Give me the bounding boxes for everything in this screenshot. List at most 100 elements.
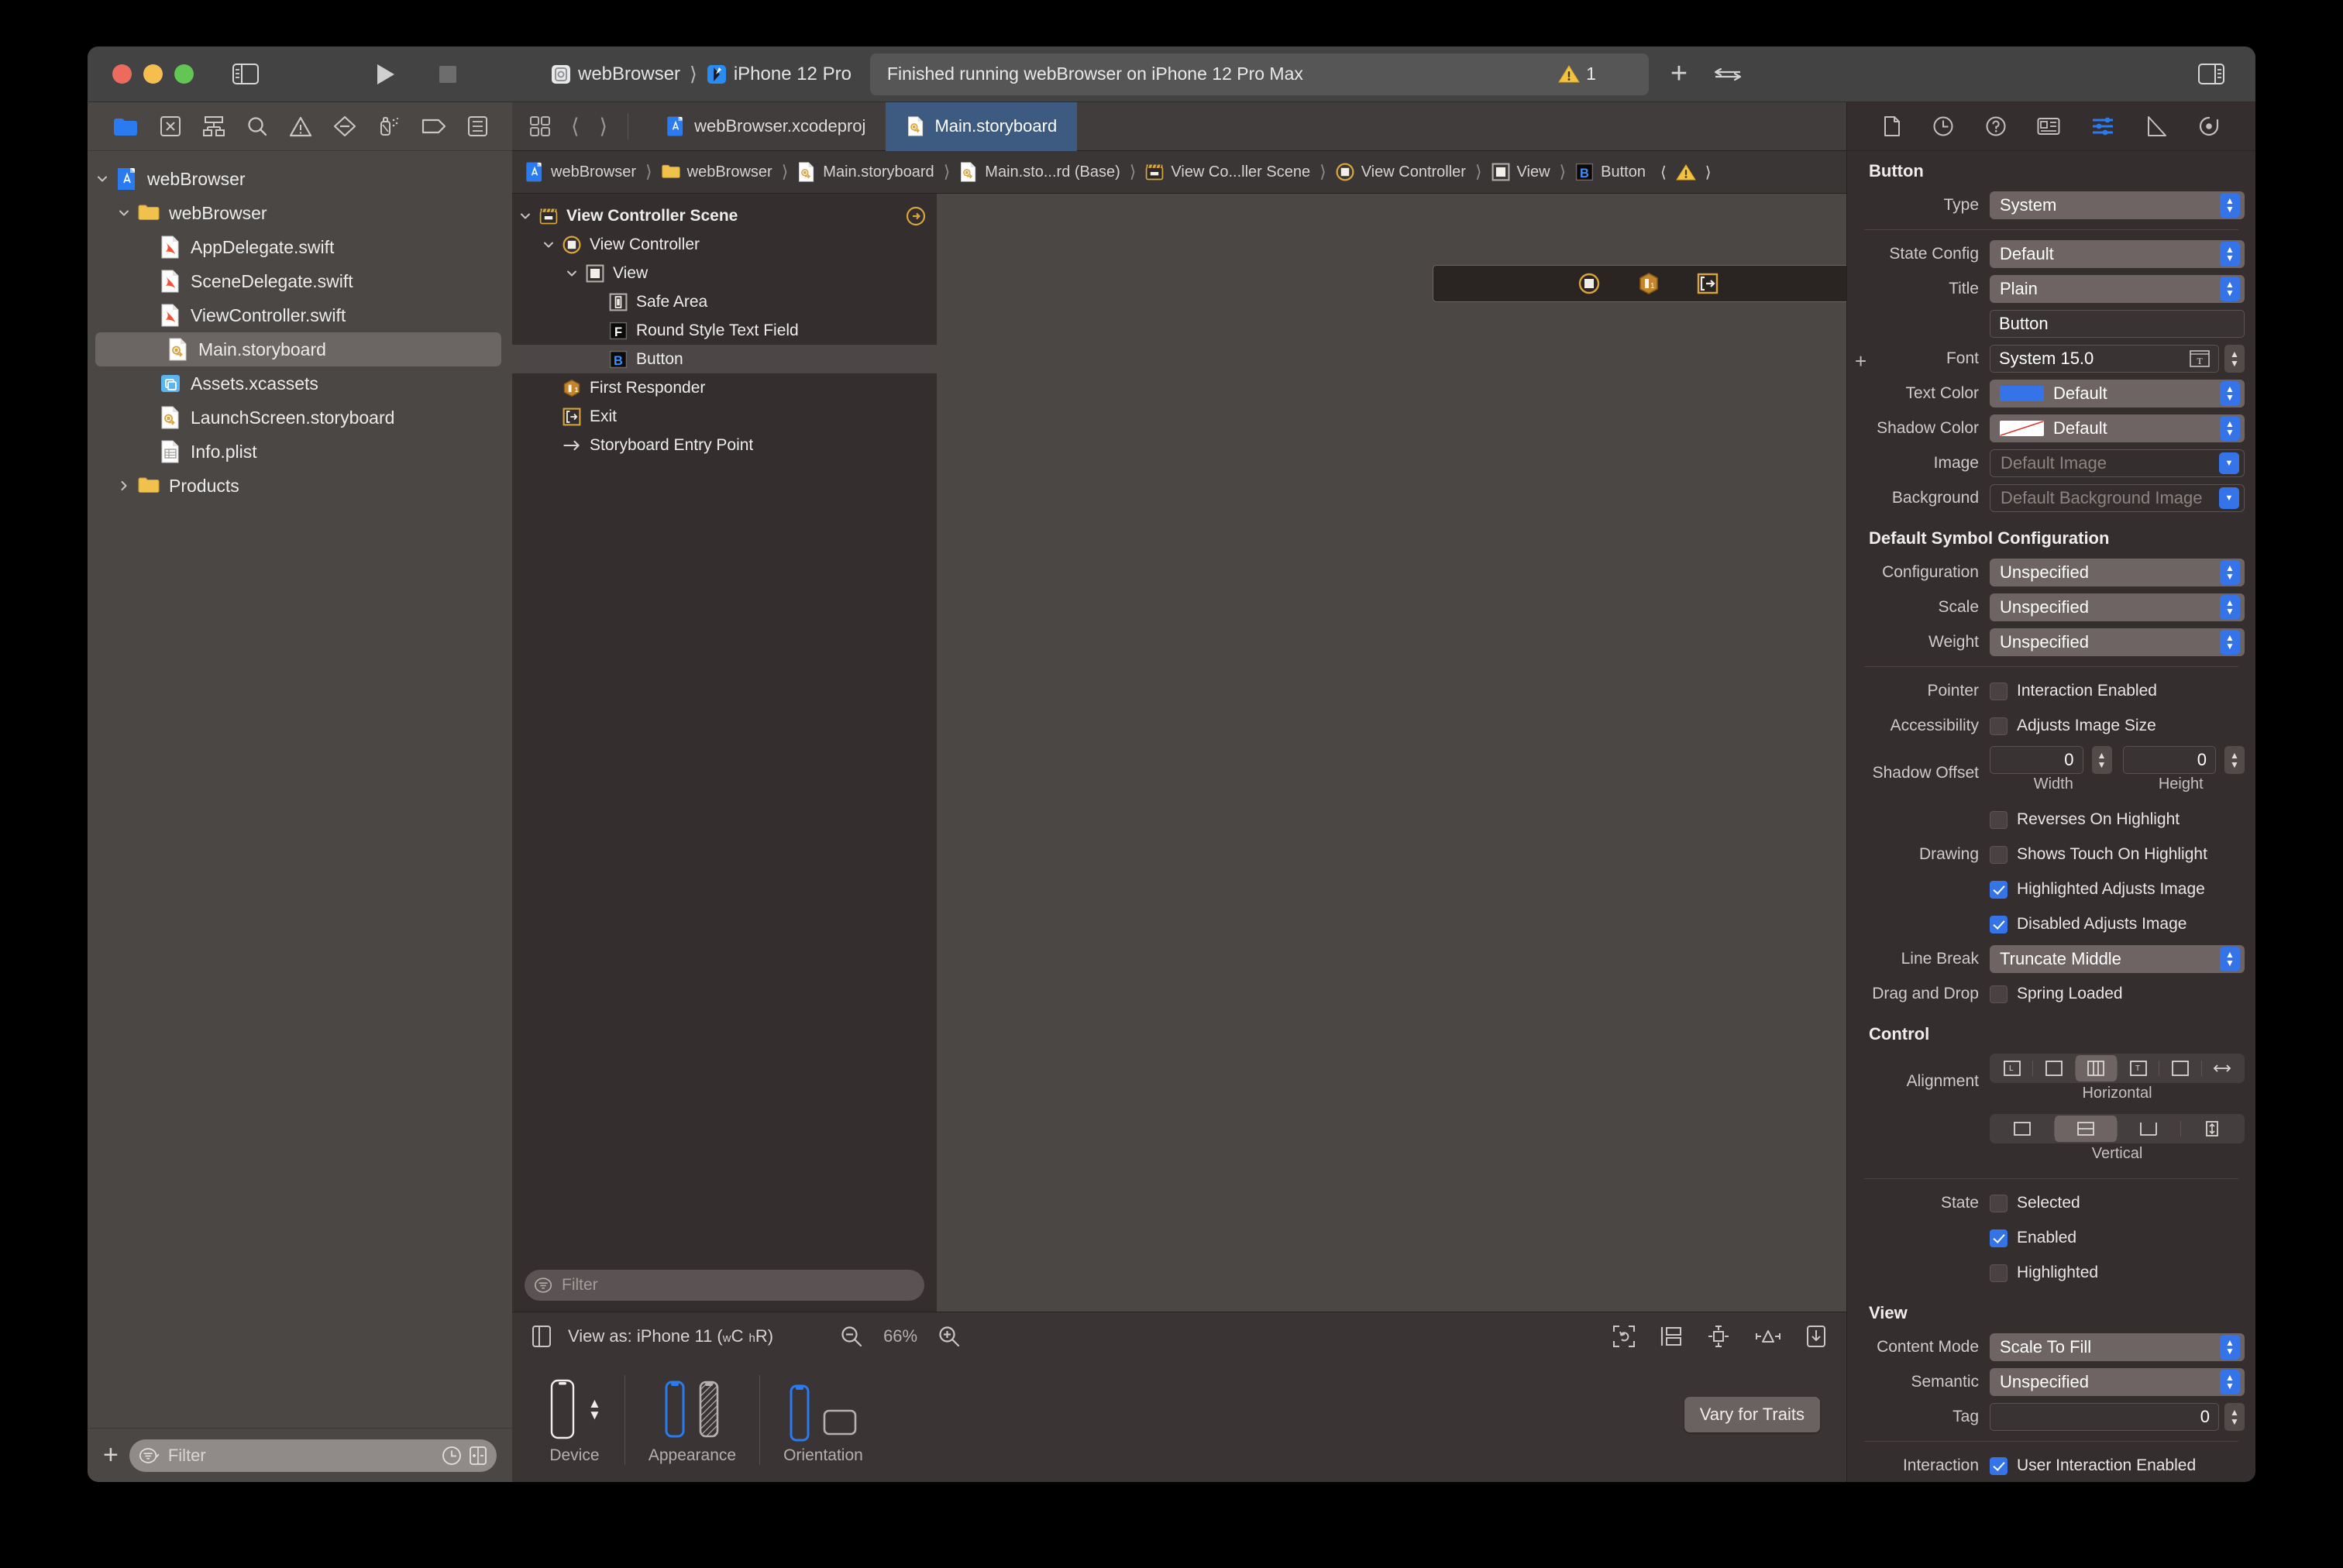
popup-chevrons[interactable]: ▲ ▼ (2220, 381, 2240, 406)
outline-item-view[interactable]: View (512, 259, 937, 287)
orientation-landscape-icon[interactable] (822, 1405, 858, 1439)
font-picker-icon[interactable]: T (2190, 350, 2210, 367)
history-inspector-icon[interactable] (1932, 115, 1954, 137)
navigator-item-products[interactable]: Products (88, 469, 512, 503)
status-warning-group[interactable]: 1 (1558, 64, 1596, 84)
checkbox[interactable] (1990, 810, 2008, 829)
vary-for-traits-button[interactable]: Vary for Traits (1684, 1397, 1820, 1432)
source-control-navigator-icon[interactable] (160, 115, 181, 137)
breadcrumb-item-1[interactable]: webBrowser ⟩ (661, 162, 792, 182)
scene-jump-icon[interactable] (906, 206, 926, 226)
navigator-item-webbrowser[interactable]: webBrowser (88, 162, 512, 196)
outline-item-view-controller-scene[interactable]: View Controller Scene (512, 201, 937, 230)
outline-item-first-responder[interactable]: 1 First Responder (512, 373, 937, 402)
popup-chevrons[interactable]: ▲ ▼ (2220, 630, 2240, 655)
minimize-window-button[interactable] (143, 64, 163, 84)
storyboard-canvas[interactable]: 1 이동 (937, 194, 1846, 1312)
align-option-v2[interactable] (2118, 1116, 2180, 1142)
zoom-in-button[interactable] (938, 1325, 961, 1348)
tag-input[interactable]: 0 (1990, 1403, 2219, 1431)
popup-chevron-down[interactable]: ▼ (2219, 487, 2239, 509)
alignment-segmented-vertical[interactable] (1990, 1114, 2245, 1143)
appearance-trait[interactable]: Appearance (649, 1375, 736, 1465)
align-option-v0[interactable] (1991, 1116, 2054, 1142)
popup-chevrons[interactable]: ▲ ▼ (2220, 595, 2240, 620)
run-button[interactable] (377, 64, 394, 84)
exit-icon[interactable] (1697, 273, 1719, 294)
breadcrumb-issue-nav[interactable]: ⟨ ⟩ (1660, 163, 1712, 182)
checkbox[interactable] (1990, 985, 2008, 1003)
checkbox-row-enabled[interactable]: Enabled (1990, 1225, 2076, 1251)
checkbox[interactable] (1990, 1264, 2008, 1282)
checkbox-row-highlighted[interactable]: Highlighted (1990, 1260, 2098, 1286)
resolve-issues-icon[interactable] (1806, 1325, 1826, 1348)
project-navigator-icon[interactable] (112, 116, 139, 137)
viewcontroller-icon[interactable] (1577, 272, 1601, 295)
editor-options-icon[interactable] (529, 115, 551, 137)
attributes-inspector-icon[interactable] (2091, 116, 2114, 136)
breadcrumb-item-4[interactable]: View Co...ller Scene ⟩ (1144, 162, 1329, 182)
breadcrumb-item-3[interactable]: Main.sto...rd (Base) ⟩ (958, 162, 1139, 182)
outline-item-exit[interactable]: Exit (512, 402, 937, 431)
color-popup-text-color[interactable]: Default ▲ ▼ (1990, 380, 2245, 407)
popup-configuration[interactable]: Unspecified ▲ ▼ (1990, 559, 2245, 586)
popup-image[interactable]: Default Image ▼ (1990, 449, 2245, 477)
size-inspector-icon[interactable] (2145, 115, 2167, 137)
device-stepper[interactable]: ▲ ▼ (588, 1397, 601, 1422)
breakpoint-navigator-icon[interactable] (421, 118, 446, 135)
checkbox-row-pointer[interactable]: Interaction Enabled (1990, 678, 2157, 704)
checkbox-row-interaction[interactable]: User Interaction Enabled (1990, 1453, 2196, 1479)
breadcrumb-item-5[interactable]: View Controller ⟩ (1335, 162, 1485, 182)
popup-line-break[interactable]: Truncate Middle ▲ ▼ (1990, 945, 2245, 973)
popup-chevrons[interactable]: ▲ ▼ (2220, 277, 2240, 301)
assistant-editor-icon[interactable] (1714, 66, 1742, 83)
navigator-item-info-plist[interactable]: Info.plist (88, 435, 512, 469)
outline-item-button[interactable]: B Button (512, 345, 937, 373)
checkbox-row-reverses-on-highlight[interactable]: Reverses On Highlight (1990, 806, 2180, 833)
symbol-navigator-icon[interactable] (202, 115, 225, 137)
checkbox[interactable] (1990, 915, 2008, 934)
align-option-v1[interactable] (2054, 1116, 2117, 1142)
shadow-offset-height-input[interactable]: 0 (2122, 746, 2216, 774)
navigator-item-webbrowser[interactable]: webBrowser (88, 196, 512, 230)
alignment-segmented-horizontal[interactable]: LT (1990, 1054, 2245, 1083)
stop-button[interactable] (439, 65, 456, 83)
checkbox-row-disabled-adjusts-image[interactable]: Disabled Adjusts Image (1990, 911, 2186, 937)
toggle-inspector-icon[interactable] (2198, 64, 2224, 84)
align-option-h4[interactable] (2159, 1055, 2200, 1081)
checkbox-row-state[interactable]: Selected (1990, 1190, 2080, 1216)
popup-chevrons[interactable]: ▲ ▼ (2220, 242, 2240, 266)
outline-item-view-controller[interactable]: View Controller (512, 230, 937, 259)
checkbox[interactable] (1990, 1194, 2008, 1212)
help-inspector-icon[interactable] (1985, 115, 2007, 137)
view-as-label[interactable]: View as: iPhone 11 (w Ch R) (568, 1326, 773, 1346)
popup-chevrons[interactable]: ▲ ▼ (2220, 1335, 2240, 1360)
checkbox[interactable] (1990, 845, 2008, 864)
navigator-item-appdelegate-swift[interactable]: AppDelegate.swift (88, 230, 512, 264)
device-trait[interactable]: ▲ ▼ Device (548, 1375, 601, 1465)
navigator-item-launchscreen-storyboard[interactable]: LaunchScreen.storyboard (88, 401, 512, 435)
search-navigator-icon[interactable] (246, 115, 268, 137)
navigate-forward-icon[interactable]: ⟩ (600, 115, 608, 139)
zoom-out-button[interactable] (840, 1325, 863, 1348)
popup-chevrons[interactable]: ▲ ▼ (2220, 193, 2240, 218)
firstresponder-icon[interactable]: 1 (1638, 272, 1660, 295)
breadcrumb-item-2[interactable]: Main.storyboard ⟩ (796, 162, 953, 182)
checkbox[interactable] (1990, 1456, 2008, 1475)
add-file-button[interactable]: + (103, 1440, 119, 1470)
checkbox-row-accessibility[interactable]: Adjusts Image Size (1990, 713, 2156, 739)
navigator-item-viewcontroller-swift[interactable]: ViewController.swift (88, 298, 512, 332)
color-popup-shadow-color[interactable]: Default ▲ ▼ (1990, 414, 2245, 442)
navigator-item-scenedelegate-swift[interactable]: SceneDelegate.swift (88, 264, 512, 298)
connections-inspector-icon[interactable] (2198, 115, 2220, 137)
popup-chevrons[interactable]: ▲ ▼ (2220, 560, 2240, 585)
update-frames-icon[interactable] (1612, 1325, 1636, 1348)
align-option-v3[interactable] (2181, 1116, 2244, 1142)
issue-navigator-icon[interactable] (289, 116, 312, 137)
scheme-selector[interactable]: webBrowser ⟩ iPhone 12 Pro (551, 63, 852, 86)
checkbox[interactable] (1990, 880, 2008, 899)
popup-type[interactable]: System ▲ ▼ (1990, 191, 2245, 219)
disclosure-triangle[interactable] (518, 209, 538, 223)
orientation-portrait-icon[interactable] (788, 1383, 811, 1443)
breadcrumb-item-6[interactable]: View ⟩ (1491, 162, 1570, 182)
